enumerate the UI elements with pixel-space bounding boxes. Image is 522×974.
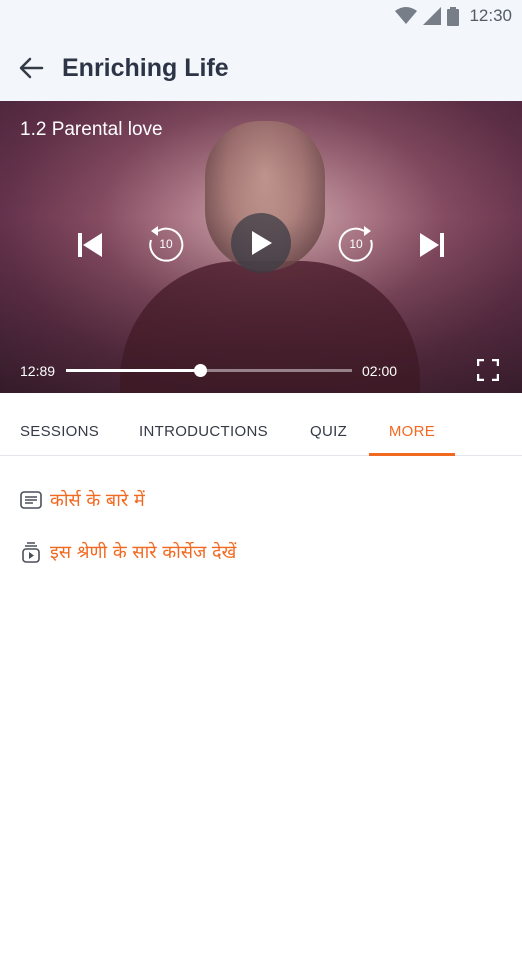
about-course-link[interactable]: कोर्स के बारे में bbox=[20, 488, 145, 512]
back-button[interactable] bbox=[18, 56, 44, 80]
video-player[interactable]: 1.2 Parental love 10 10 12:89 02:00 bbox=[0, 101, 522, 393]
status-bar: 12:30 bbox=[0, 0, 522, 32]
status-icons: 12:30 bbox=[395, 6, 512, 26]
playlist-play-icon bbox=[22, 542, 40, 563]
play-button[interactable] bbox=[231, 213, 291, 273]
forward-button[interactable]: 10 bbox=[336, 224, 376, 264]
skip-previous-icon bbox=[78, 233, 102, 257]
fullscreen-icon bbox=[476, 358, 500, 382]
about-course-label: कोर्स के बारे में bbox=[50, 490, 145, 511]
rewind-button[interactable]: 10 bbox=[146, 224, 186, 264]
tab-bar: SESSIONS INTRODUCTIONS QUIZ MORE bbox=[0, 393, 522, 456]
play-icon bbox=[252, 231, 272, 255]
tab-introductions[interactable]: INTRODUCTIONS bbox=[139, 393, 268, 455]
skip-next-button[interactable] bbox=[418, 232, 446, 263]
skip-next-icon bbox=[420, 233, 444, 257]
signal-icon bbox=[423, 7, 442, 25]
view-category-courses-label: इस श्रेणी के सारे कोर्सेज देखें bbox=[50, 542, 237, 563]
battery-icon bbox=[447, 6, 460, 26]
tab-quiz[interactable]: QUIZ bbox=[310, 393, 347, 455]
video-title: 1.2 Parental love bbox=[20, 119, 163, 140]
fullscreen-button[interactable] bbox=[476, 358, 500, 382]
article-icon bbox=[20, 491, 42, 509]
arrow-left-icon bbox=[19, 57, 44, 79]
tab-sessions[interactable]: SESSIONS bbox=[20, 393, 99, 455]
view-category-courses-link[interactable]: इस श्रेणी के सारे कोर्सेज देखें bbox=[20, 540, 236, 564]
rewind-seconds-label: 10 bbox=[159, 237, 173, 251]
tab-more[interactable]: MORE bbox=[369, 393, 455, 456]
seek-bar-progress bbox=[66, 369, 201, 372]
current-time: 12:89 bbox=[20, 363, 56, 379]
total-time: 02:00 bbox=[362, 363, 398, 379]
forward-seconds-label: 10 bbox=[349, 237, 363, 251]
seek-bar[interactable] bbox=[66, 364, 352, 377]
page-title: Enriching Life bbox=[62, 54, 229, 82]
status-time: 12:30 bbox=[469, 6, 512, 25]
skip-previous-button[interactable] bbox=[76, 232, 104, 263]
wifi-icon bbox=[395, 7, 418, 24]
app-bar: Enriching Life bbox=[0, 32, 522, 101]
